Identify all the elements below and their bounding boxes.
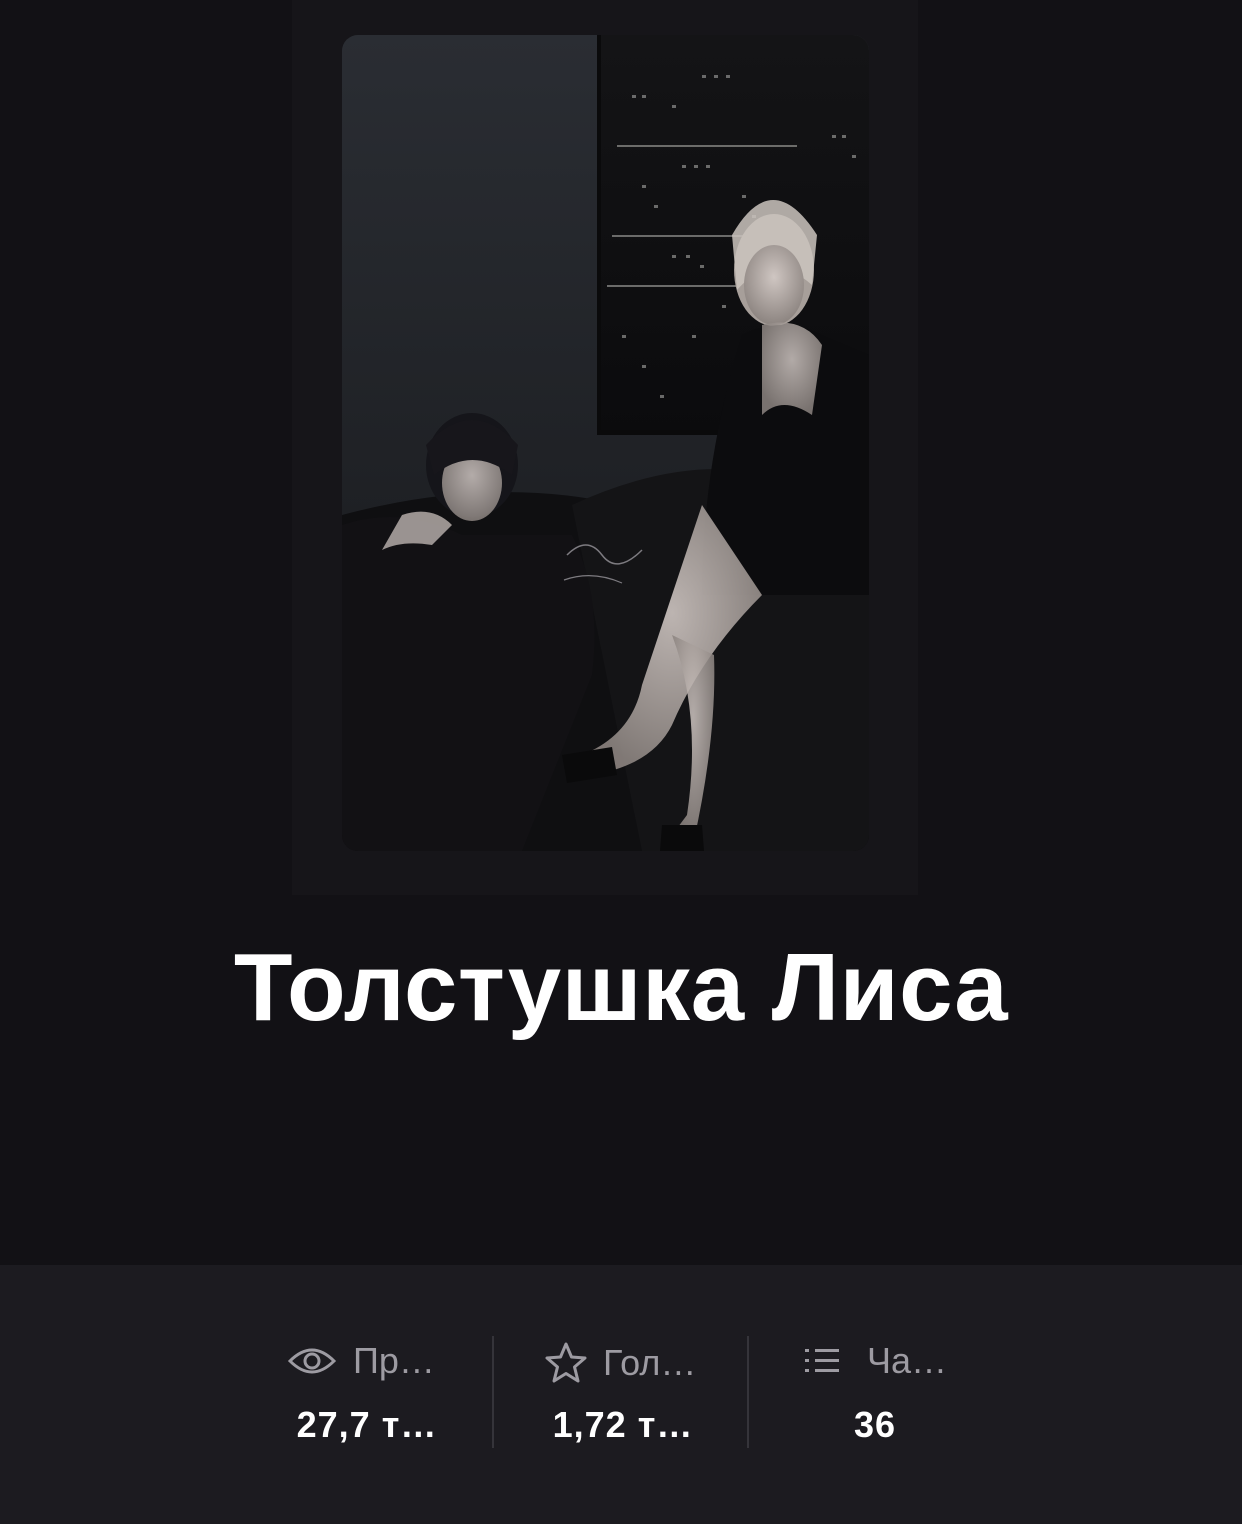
eye-icon: [287, 1341, 337, 1381]
stats-divider: [747, 1336, 749, 1448]
stats-divider: [492, 1336, 494, 1448]
stat-views-value: 27,7 т…: [296, 1404, 438, 1445]
stat-parts-value: 36: [853, 1404, 897, 1445]
stat-votes-value: 1,72 т…: [552, 1404, 694, 1445]
story-details-page: Толстушка Лиса Пр… 27,7 т… Гол… 1,72 т… …: [0, 0, 1242, 1524]
story-cover-image[interactable]: [342, 35, 869, 851]
stat-parts-label-row: Ча…: [805, 1341, 947, 1381]
stat-votes-label-row: Гол…: [543, 1341, 696, 1385]
stat-views-label: Пр…: [353, 1340, 435, 1381]
star-icon: [543, 1341, 589, 1385]
stat-parts-label: Ча…: [867, 1340, 948, 1381]
list-icon: [805, 1343, 841, 1379]
stat-votes-label: Гол…: [603, 1342, 697, 1383]
cover-illustration: [342, 35, 869, 851]
story-title: Толстушка Лиса: [233, 934, 1009, 1041]
stat-views-label-row: Пр…: [287, 1341, 435, 1381]
stat-parts[interactable]: Ча… 36: [805, 1335, 947, 1450]
stat-votes[interactable]: Гол… 1,72 т…: [543, 1335, 703, 1450]
stat-views[interactable]: Пр… 27,7 т…: [287, 1335, 447, 1450]
